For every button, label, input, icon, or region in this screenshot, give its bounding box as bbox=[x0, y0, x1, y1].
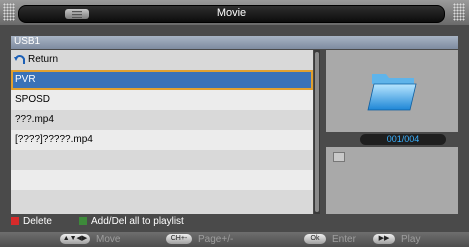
enter-hint: Enter bbox=[332, 234, 356, 245]
list-item-empty bbox=[11, 150, 313, 170]
list-item-label: Return bbox=[28, 54, 59, 65]
return-arrow-icon bbox=[14, 55, 25, 64]
play-key-icon: ▶▶ bbox=[373, 234, 395, 244]
move-hint: Move bbox=[96, 234, 121, 245]
info-panel bbox=[326, 147, 458, 214]
playlist-hint: Add/Del all to playlist bbox=[91, 216, 184, 227]
list-item-label: PVR bbox=[15, 74, 36, 85]
list-item-mp4[interactable]: ???.mp4 bbox=[11, 110, 313, 130]
list-item-label: [????]?????.mp4 bbox=[15, 134, 93, 145]
title-pill: Movie bbox=[18, 5, 445, 23]
delete-hint: Delete bbox=[23, 216, 52, 227]
list-item-label: SPOSD bbox=[15, 94, 51, 105]
grip-left-decoration bbox=[3, 3, 15, 21]
red-key-icon bbox=[11, 217, 19, 225]
file-counter: 001/004 bbox=[360, 134, 446, 145]
green-key-icon bbox=[79, 217, 87, 225]
ch-key-icon: CH+- bbox=[166, 234, 192, 244]
arrow-keys-icon: ▲▼◀▶ bbox=[60, 234, 90, 244]
list-scrollbar[interactable] bbox=[314, 50, 320, 214]
page-hint: Page+/- bbox=[198, 234, 234, 245]
legend: Delete Add/Del all to playlist bbox=[11, 215, 458, 228]
list-item-mp4-2[interactable]: [????]?????.mp4 bbox=[11, 130, 313, 150]
footer-hints: ▲▼◀▶ Move CH+- Page+/- Ok Enter ▶▶ Play bbox=[0, 232, 469, 247]
scrollbar-thumb[interactable] bbox=[315, 52, 319, 212]
preview-panel bbox=[326, 50, 458, 132]
source-header: USB1 bbox=[11, 36, 458, 49]
list-item-pvr[interactable]: PVR bbox=[11, 70, 313, 90]
file-list: Return PVR SPOSD ???.mp4 [????]?????.mp4 bbox=[11, 50, 313, 214]
play-hint: Play bbox=[401, 234, 421, 245]
title-bar: Movie bbox=[0, 0, 469, 25]
source-label: USB1 bbox=[14, 36, 41, 47]
ok-key-icon: Ok bbox=[304, 234, 326, 244]
grip-right-decoration bbox=[453, 3, 465, 21]
list-item-empty bbox=[11, 170, 313, 190]
list-item-sposd[interactable]: SPOSD bbox=[11, 90, 313, 110]
list-item-label: ???.mp4 bbox=[15, 114, 54, 125]
folder-icon bbox=[367, 74, 417, 111]
list-item-return[interactable]: Return bbox=[11, 50, 313, 70]
window-title: Movie bbox=[216, 7, 247, 19]
info-grid-icon bbox=[333, 152, 345, 162]
list-item-empty bbox=[11, 190, 313, 210]
